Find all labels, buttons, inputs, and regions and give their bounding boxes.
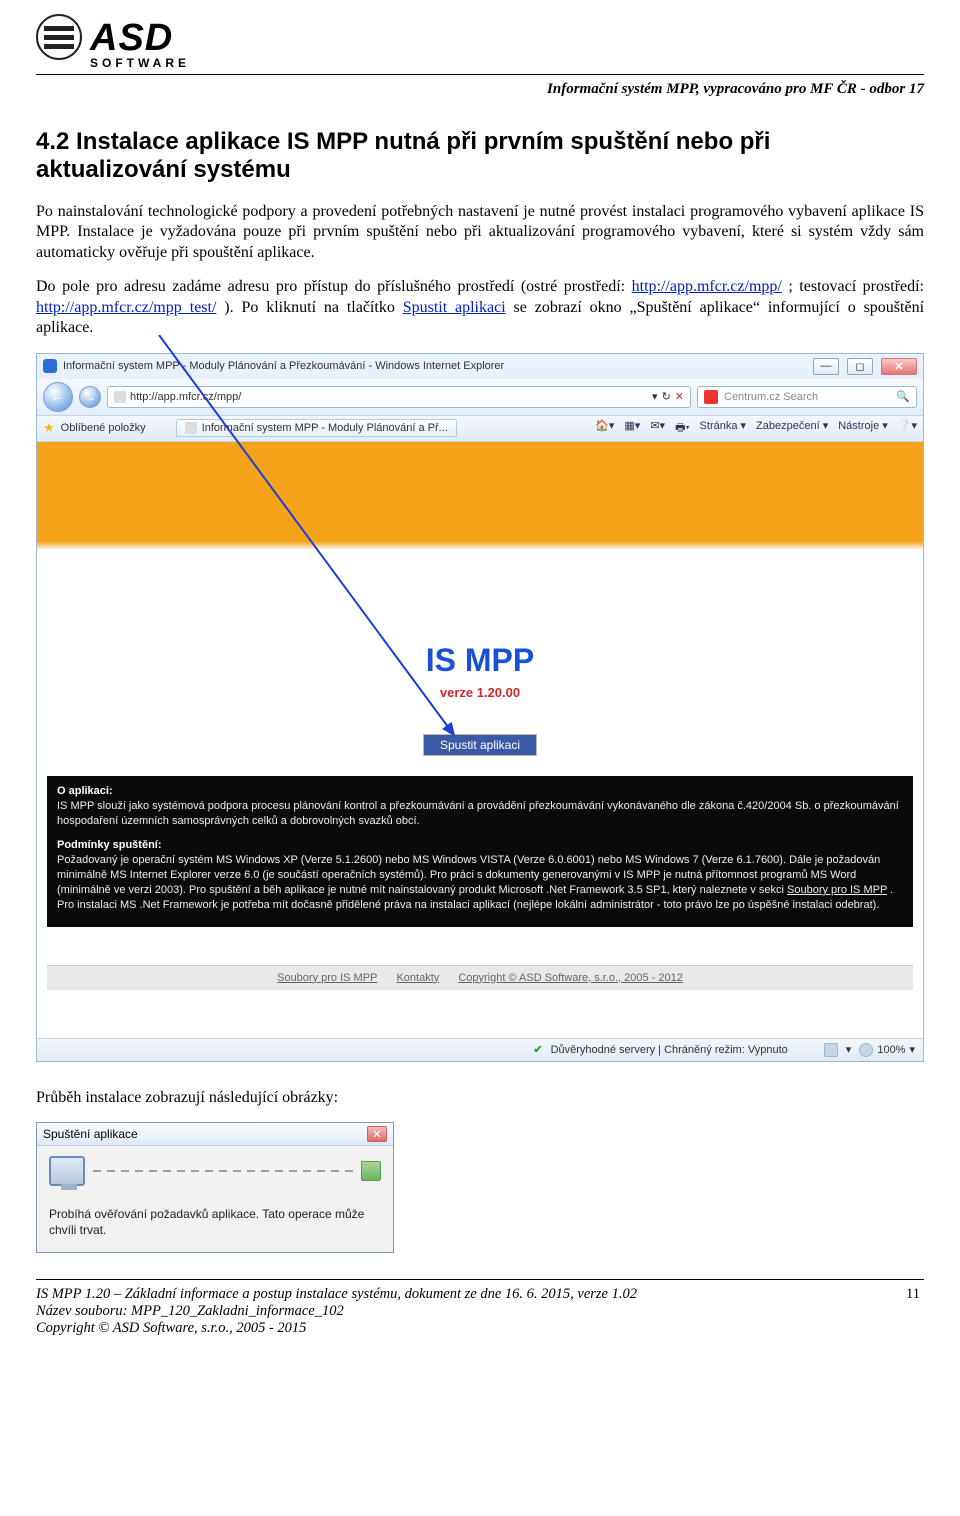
launch-app-button[interactable]: Spustit aplikaci [423, 734, 537, 756]
address-url: http://app.mfcr.cz/mpp/ [130, 391, 241, 403]
p2-part-b: ; testovací prostředí: [788, 278, 924, 295]
ie-status-bar: ✔ Důvěryhodné servery | Chráněný režim: … [37, 1038, 923, 1061]
tab-label: Informační system MPP - Moduly Plánování… [202, 422, 448, 434]
link-launch-ref[interactable]: Spustit aplikaci [403, 299, 506, 316]
page-number: 11 [906, 1286, 920, 1303]
about-heading: O aplikaci: [57, 785, 113, 797]
conditions-text: Požadovaný je operační systém MS Windows… [57, 853, 903, 912]
dropdown-icon[interactable]: ▾ [652, 390, 658, 403]
dialog-close-button[interactable]: ✕ [367, 1126, 387, 1142]
tools-menu[interactable]: Nástroje ▾ [838, 419, 888, 438]
footer-line-2: Název souboru: MPP_120_Zakladni_informac… [36, 1303, 924, 1320]
rss-icon[interactable]: ▦▾ [624, 419, 640, 438]
dialog-graphic [49, 1156, 381, 1186]
after-image-text: Průběh instalace zobrazují následující o… [36, 1088, 924, 1108]
logo-subtext: SOFTWARE [90, 56, 190, 70]
page-icon [114, 391, 126, 403]
maximize-button[interactable]: ◻ [847, 358, 873, 375]
launch-dialog: Spuštění aplikace ✕ Probíhá ověřování po… [36, 1122, 394, 1253]
close-button[interactable]: ✕ [881, 358, 917, 375]
app-title: IS MPP [50, 642, 910, 679]
ie-window-title: Informační system MPP - Moduly Plánování… [63, 360, 504, 372]
back-button[interactable]: ← [43, 382, 73, 412]
ie-title-bar: Informační system MPP - Moduly Plánování… [37, 354, 923, 379]
paragraph-2: Do pole pro adresu zadáme adresu pro pří… [36, 277, 924, 338]
computer-icon [49, 1156, 85, 1186]
footer-line-3: Copyright © ASD Software, s.r.o., 2005 -… [36, 1320, 924, 1337]
conditions-body: Požadovaný je operační systém MS Windows… [57, 854, 880, 896]
progress-line-icon [93, 1170, 353, 1172]
ie-nav-bar: ← → http://app.mfcr.cz/mpp/ ▾ ↻ ✕ Centru… [37, 379, 923, 415]
link-test-url[interactable]: http://app.mfcr.cz/mpp_test/ [36, 299, 216, 316]
forward-button[interactable]: → [79, 386, 101, 408]
p2-part-c: ). Po kliknutí na tlačítko [224, 299, 402, 316]
search-provider-icon [704, 390, 718, 404]
mail-icon[interactable]: ✉▾ [650, 419, 665, 438]
safety-menu[interactable]: Zabezpečení ▾ [756, 419, 828, 438]
search-icon[interactable]: 🔍 [896, 390, 910, 403]
orange-banner [37, 442, 923, 550]
print-icon[interactable]: 🖶▾ [675, 419, 689, 438]
ie-screenshot: Informační system MPP - Moduly Plánování… [36, 353, 924, 1062]
dialog-text: Probíhá ověřování požadavků aplikace. Ta… [49, 1206, 381, 1238]
header-rule [36, 74, 924, 75]
logo-icon [36, 14, 82, 60]
link-prod-url[interactable]: http://app.mfcr.cz/mpp/ [632, 278, 782, 295]
footer-line-1: IS MPP 1.20 – Základní informace a postu… [36, 1286, 924, 1303]
package-icon [361, 1161, 381, 1181]
p2-part-a: Do pole pro adresu zadáme adresu pro pří… [36, 278, 632, 295]
section-heading: 4.2 Instalace aplikace IS MPP nutná při … [36, 128, 924, 184]
about-text: IS MPP slouží jako systémová podpora pro… [57, 799, 903, 829]
favorites-label[interactable]: Oblíbené položky [61, 422, 146, 434]
search-placeholder: Centrum.cz Search [724, 391, 818, 403]
dialog-title: Spuštění aplikace [43, 1127, 367, 1141]
ie-icon [43, 359, 57, 373]
minimize-button[interactable]: — [813, 358, 839, 375]
command-bar: 🏠▾ ▦▾ ✉▾ 🖶▾ Stránka ▾ Zabezpečení ▾ Nást… [595, 419, 917, 438]
footer-link-contacts[interactable]: Kontakty [396, 972, 439, 984]
stop-icon[interactable]: ✕ [675, 390, 684, 403]
home-icon[interactable]: 🏠▾ [595, 419, 614, 438]
app-version: verze 1.20.00 [50, 685, 910, 700]
security-zone-text: Důvěryhodné servery | Chráněný režim: Vy… [551, 1044, 788, 1056]
ie-fav-bar: ★ Oblíbené položky Informační system MPP… [37, 415, 923, 442]
paragraph-1: Po nainstalování technologické podpory a… [36, 202, 924, 263]
browser-tab[interactable]: Informační system MPP - Moduly Plánování… [176, 419, 457, 437]
footer-copyright: Copyright © ASD Software, s.r.o., 2005 -… [458, 972, 683, 984]
search-box[interactable]: Centrum.cz Search 🔍 [697, 386, 917, 408]
logo: ASD SOFTWARE [36, 14, 190, 70]
tab-icon [185, 422, 197, 434]
ie-viewport: IS MPP verze 1.20.00 Spustit aplikaci O … [37, 442, 923, 1038]
logo-text: ASD [90, 17, 173, 60]
info-panel: O aplikaci: IS MPP slouží jako systémová… [47, 776, 913, 927]
footer-link-files[interactable]: Soubory pro IS MPP [277, 972, 377, 984]
refresh-icon[interactable]: ↻ [662, 390, 671, 403]
zoom-value: 100% [877, 1044, 905, 1056]
checkmark-icon: ✔ [533, 1043, 542, 1056]
page-menu[interactable]: Stránka ▾ [700, 419, 747, 438]
page-footer-links: Soubory pro IS MPP Kontakty Copyright © … [47, 965, 913, 990]
protected-mode-icon[interactable] [824, 1043, 838, 1057]
address-bar[interactable]: http://app.mfcr.cz/mpp/ ▾ ↻ ✕ [107, 386, 691, 408]
conditions-heading: Podmínky spuštění: [57, 839, 162, 851]
zoom-icon[interactable] [859, 1043, 873, 1057]
files-link-inline[interactable]: Soubory pro IS MPP [787, 884, 887, 896]
help-icon[interactable]: ❔▾ [898, 419, 917, 438]
favorites-star-icon[interactable]: ★ [43, 420, 55, 436]
header-note: Informační systém MPP, vypracováno pro M… [36, 81, 924, 98]
page-header: ASD SOFTWARE [36, 0, 924, 70]
zoom-dropdown-icon[interactable]: ▾ [909, 1043, 915, 1056]
page-footer: IS MPP 1.20 – Základní informace a postu… [36, 1279, 924, 1365]
